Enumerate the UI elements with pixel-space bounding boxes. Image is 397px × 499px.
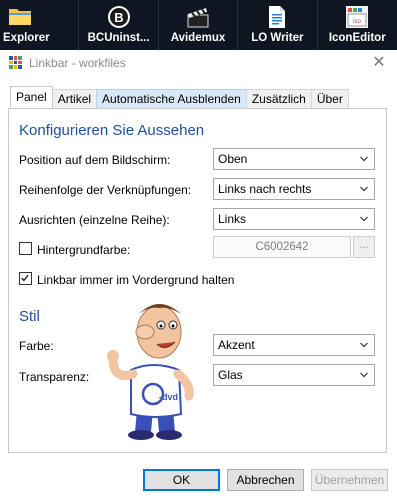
tab-automatische-ausblenden[interactable]: Automatische Ausblenden bbox=[96, 89, 247, 108]
document-icon bbox=[269, 6, 286, 28]
color-label: Farbe: bbox=[19, 339, 54, 353]
position-select-value: Oben bbox=[218, 152, 248, 166]
linkbar-taskbar: Explorer B BCUninst... Avidemux LO Write… bbox=[0, 0, 397, 50]
transparency-label: Transparenz: bbox=[19, 370, 90, 384]
order-select[interactable]: Links nach rechts bbox=[213, 178, 375, 200]
checkmark-icon bbox=[21, 274, 29, 282]
align-select[interactable]: Links bbox=[213, 208, 375, 230]
chevron-down-icon bbox=[360, 372, 368, 378]
order-label: Reihenfolge der Verknüpfungen: bbox=[19, 183, 192, 197]
foreground-label: Linkbar immer im Vordergrund halten bbox=[37, 273, 235, 287]
bgcolor-label: Hintergrundfarbe: bbox=[37, 243, 131, 257]
cancel-button[interactable]: Abbrechen bbox=[227, 469, 304, 491]
window-title: Linkbar - workfiles bbox=[29, 56, 126, 70]
clapperboard-icon bbox=[187, 8, 209, 28]
position-select[interactable]: Oben bbox=[213, 148, 375, 170]
align-select-value: Links bbox=[218, 212, 247, 226]
appearance-section-title: Konfigurieren Sie Aussehen bbox=[19, 122, 205, 139]
icon-editor-icon: ico bbox=[346, 6, 369, 28]
transparency-select[interactable]: Glas bbox=[213, 364, 375, 386]
tab-panel-content: Konfigurieren Sie Aussehen Position auf … bbox=[8, 108, 387, 453]
order-select-value: Links nach rechts bbox=[218, 182, 312, 196]
tab-ueber[interactable]: Über bbox=[310, 89, 349, 108]
taskbar-item-label: Explorer bbox=[3, 32, 50, 44]
transparency-select-value: Glas bbox=[218, 368, 243, 382]
taskbar-item-avidemux[interactable]: Avidemux bbox=[159, 0, 239, 50]
color-select[interactable]: Akzent bbox=[213, 334, 375, 356]
mascot-illustration: -dvd bbox=[107, 304, 194, 440]
chevron-down-icon bbox=[360, 216, 368, 222]
ok-button[interactable]: OK bbox=[143, 469, 220, 491]
bgcolor-browse-button[interactable]: ... bbox=[353, 236, 375, 258]
tab-artikel[interactable]: Artikel bbox=[51, 89, 98, 108]
chevron-down-icon bbox=[360, 186, 368, 192]
tab-zusaetzlich[interactable]: Zusätzlich bbox=[245, 89, 312, 108]
tab-panel[interactable]: Panel bbox=[10, 86, 53, 108]
window-titlebar: Linkbar - workfiles ✕ bbox=[0, 50, 397, 76]
bcuninstaller-icon: B bbox=[107, 6, 130, 28]
svg-text:B: B bbox=[114, 10, 123, 25]
taskbar-item-label: BCUninst... bbox=[87, 32, 150, 44]
chevron-down-icon bbox=[360, 342, 368, 348]
position-label: Position auf dem Bildschirm: bbox=[19, 153, 171, 167]
tab-strip: Panel Artikel Automatische Ausblenden Zu… bbox=[10, 86, 349, 108]
close-icon[interactable]: ✕ bbox=[369, 53, 389, 73]
taskbar-item-explorer[interactable]: Explorer bbox=[0, 0, 80, 50]
shirt-text: -dvd bbox=[159, 392, 178, 402]
taskbar-item-iconeditor[interactable]: ico IconEditor bbox=[318, 0, 397, 50]
linkbar-app-icon bbox=[9, 56, 22, 69]
taskbar-item-lo-writer[interactable]: LO Writer bbox=[238, 0, 318, 50]
apply-button[interactable]: Übernehmen bbox=[311, 469, 388, 491]
svg-text:ico: ico bbox=[353, 19, 361, 25]
folder-icon bbox=[9, 9, 31, 25]
foreground-checkbox[interactable] bbox=[19, 272, 32, 285]
bgcolor-field[interactable]: C6002642 bbox=[213, 236, 351, 258]
taskbar-item-label: Avidemux bbox=[170, 32, 226, 44]
chevron-down-icon bbox=[360, 156, 368, 162]
color-select-value: Akzent bbox=[218, 338, 255, 352]
align-label: Ausrichten (einzelne Reihe): bbox=[19, 213, 170, 227]
bgcolor-checkbox[interactable] bbox=[19, 242, 32, 255]
taskbar-item-bcuninstaller[interactable]: B BCUninst... bbox=[79, 0, 159, 50]
style-section-title: Stil bbox=[19, 308, 40, 325]
taskbar-item-label: LO Writer bbox=[251, 32, 304, 44]
taskbar-item-label: IconEditor bbox=[328, 32, 386, 44]
